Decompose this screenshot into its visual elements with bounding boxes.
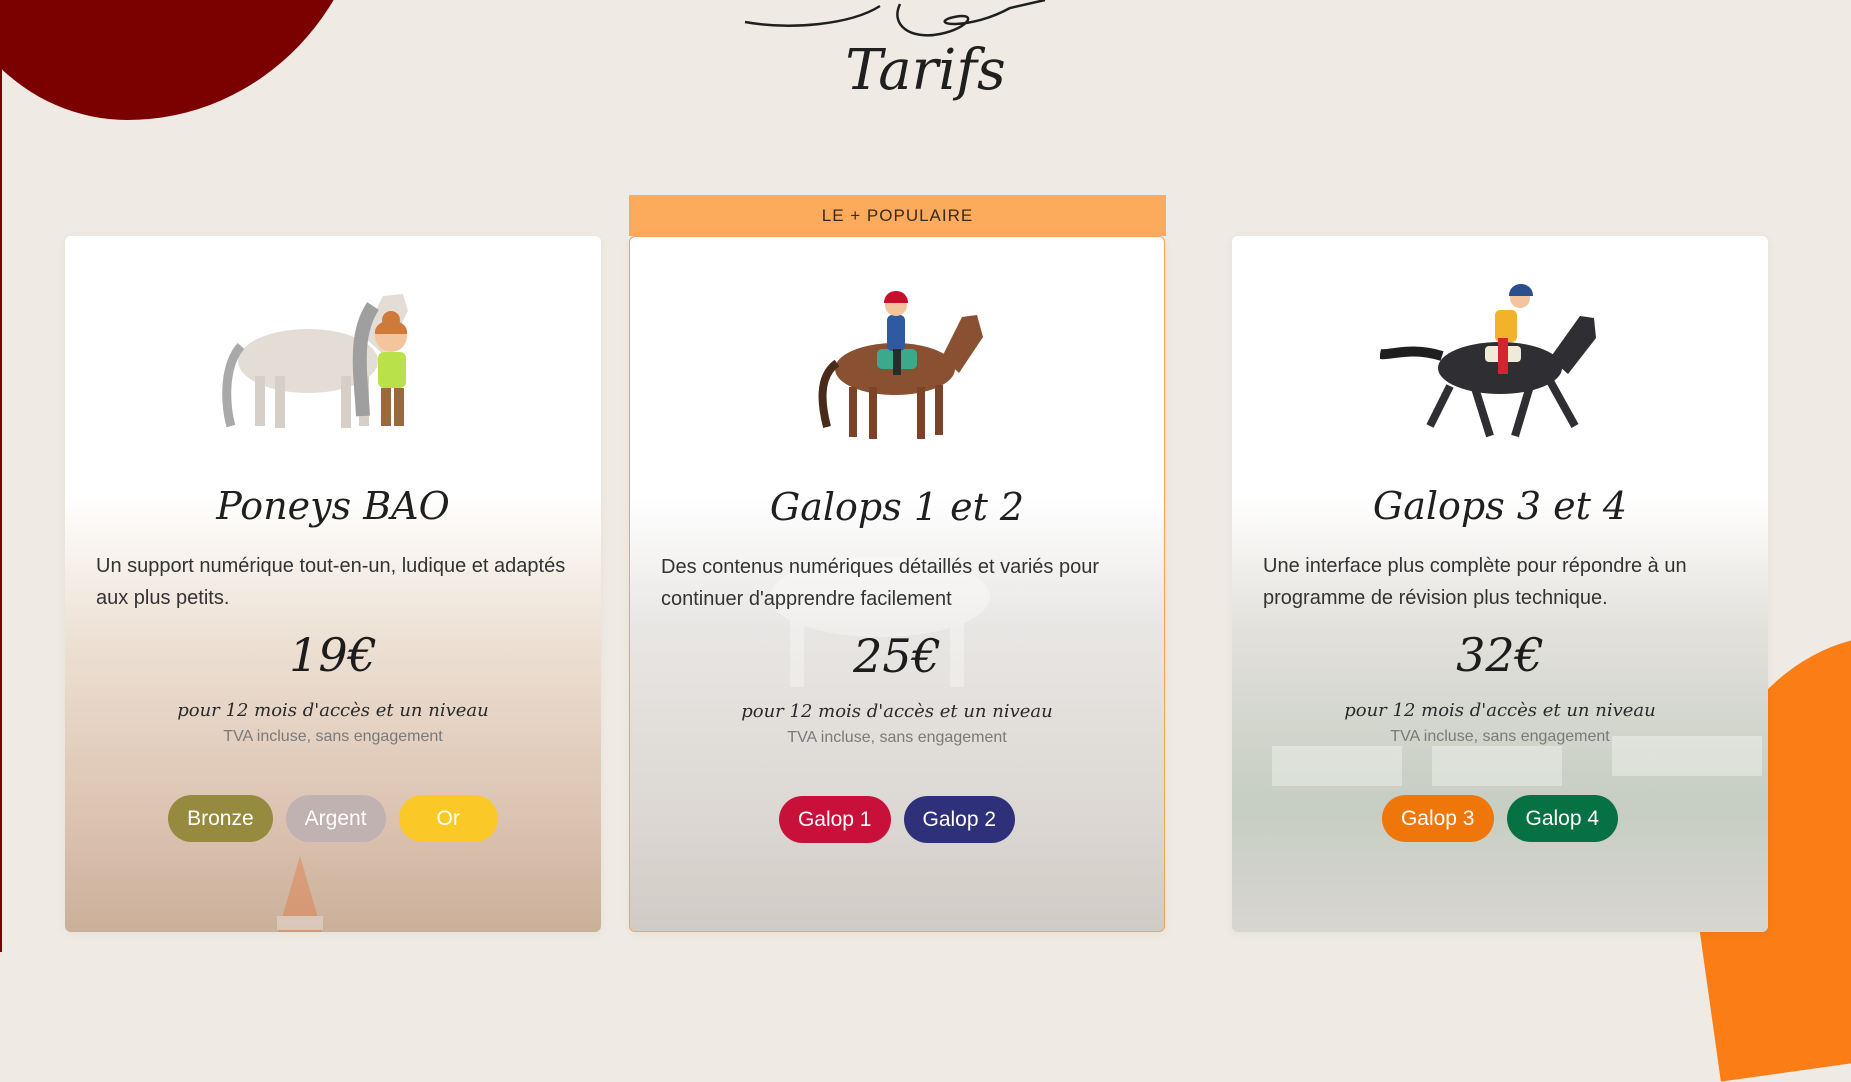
card-description: Des contenus numériques détaillés et var… [661, 556, 1100, 610]
left-edge-stripe [0, 0, 2, 952]
card-price: 25€ [853, 629, 941, 683]
girl-riding-horse-illustration [818, 291, 983, 439]
card-price-subtitle: pour 12 mois d'accès et un niveau [1344, 700, 1656, 721]
argent-button[interactable]: Argent [285, 795, 386, 842]
galop-1-button[interactable]: Galop 1 [778, 796, 891, 843]
pricing-card-galops-1-2: Galops 1 et 2 Des contenus numériques dé… [629, 236, 1165, 932]
jockey-galloping-horse-illustration [1380, 284, 1596, 438]
galop-2-button[interactable]: Galop 2 [903, 796, 1016, 843]
card-price: 32€ [1456, 628, 1544, 682]
popular-banner: LE + POPULAIRE [629, 195, 1166, 236]
level-buttons: Galop 1 Galop 2 [630, 796, 1164, 843]
card-title: Galops 1 et 2 [769, 485, 1025, 529]
card-price-subtitle: pour 12 mois d'accès et un niveau [741, 701, 1053, 722]
card-description: Une interface plus complète pour répondr… [1263, 555, 1687, 609]
pricing-card-galops-3-4: Galops 3 et 4 Une interface plus complèt… [1232, 236, 1768, 932]
title-flourish-icon [744, 0, 1046, 37]
or-button[interactable]: Or [398, 795, 498, 842]
level-buttons: Bronze Argent Or [65, 795, 601, 842]
galop-4-button[interactable]: Galop 4 [1506, 795, 1619, 842]
card-title: Poneys BAO [216, 484, 450, 528]
card-price: 19€ [289, 628, 377, 682]
card-price-note: TVA incluse, sans engagement [223, 728, 443, 745]
card-description: Un support numérique tout-en-un, ludique… [96, 555, 566, 609]
card-title: Galops 3 et 4 [1372, 484, 1628, 528]
section-title: Tarifs [845, 38, 1006, 103]
pricing-card-poneys-bao: Poneys BAO Un support numérique tout-en-… [65, 236, 601, 932]
card-price-note: TVA incluse, sans engagement [787, 729, 1007, 746]
girl-hugging-pony-illustration [222, 294, 408, 428]
card-price-note: TVA incluse, sans engagement [1390, 728, 1610, 745]
bronze-button[interactable]: Bronze [168, 795, 273, 842]
galop-3-button[interactable]: Galop 3 [1381, 795, 1494, 842]
card-price-subtitle: pour 12 mois d'accès et un niveau [177, 700, 489, 721]
level-buttons: Galop 3 Galop 4 [1232, 795, 1768, 842]
